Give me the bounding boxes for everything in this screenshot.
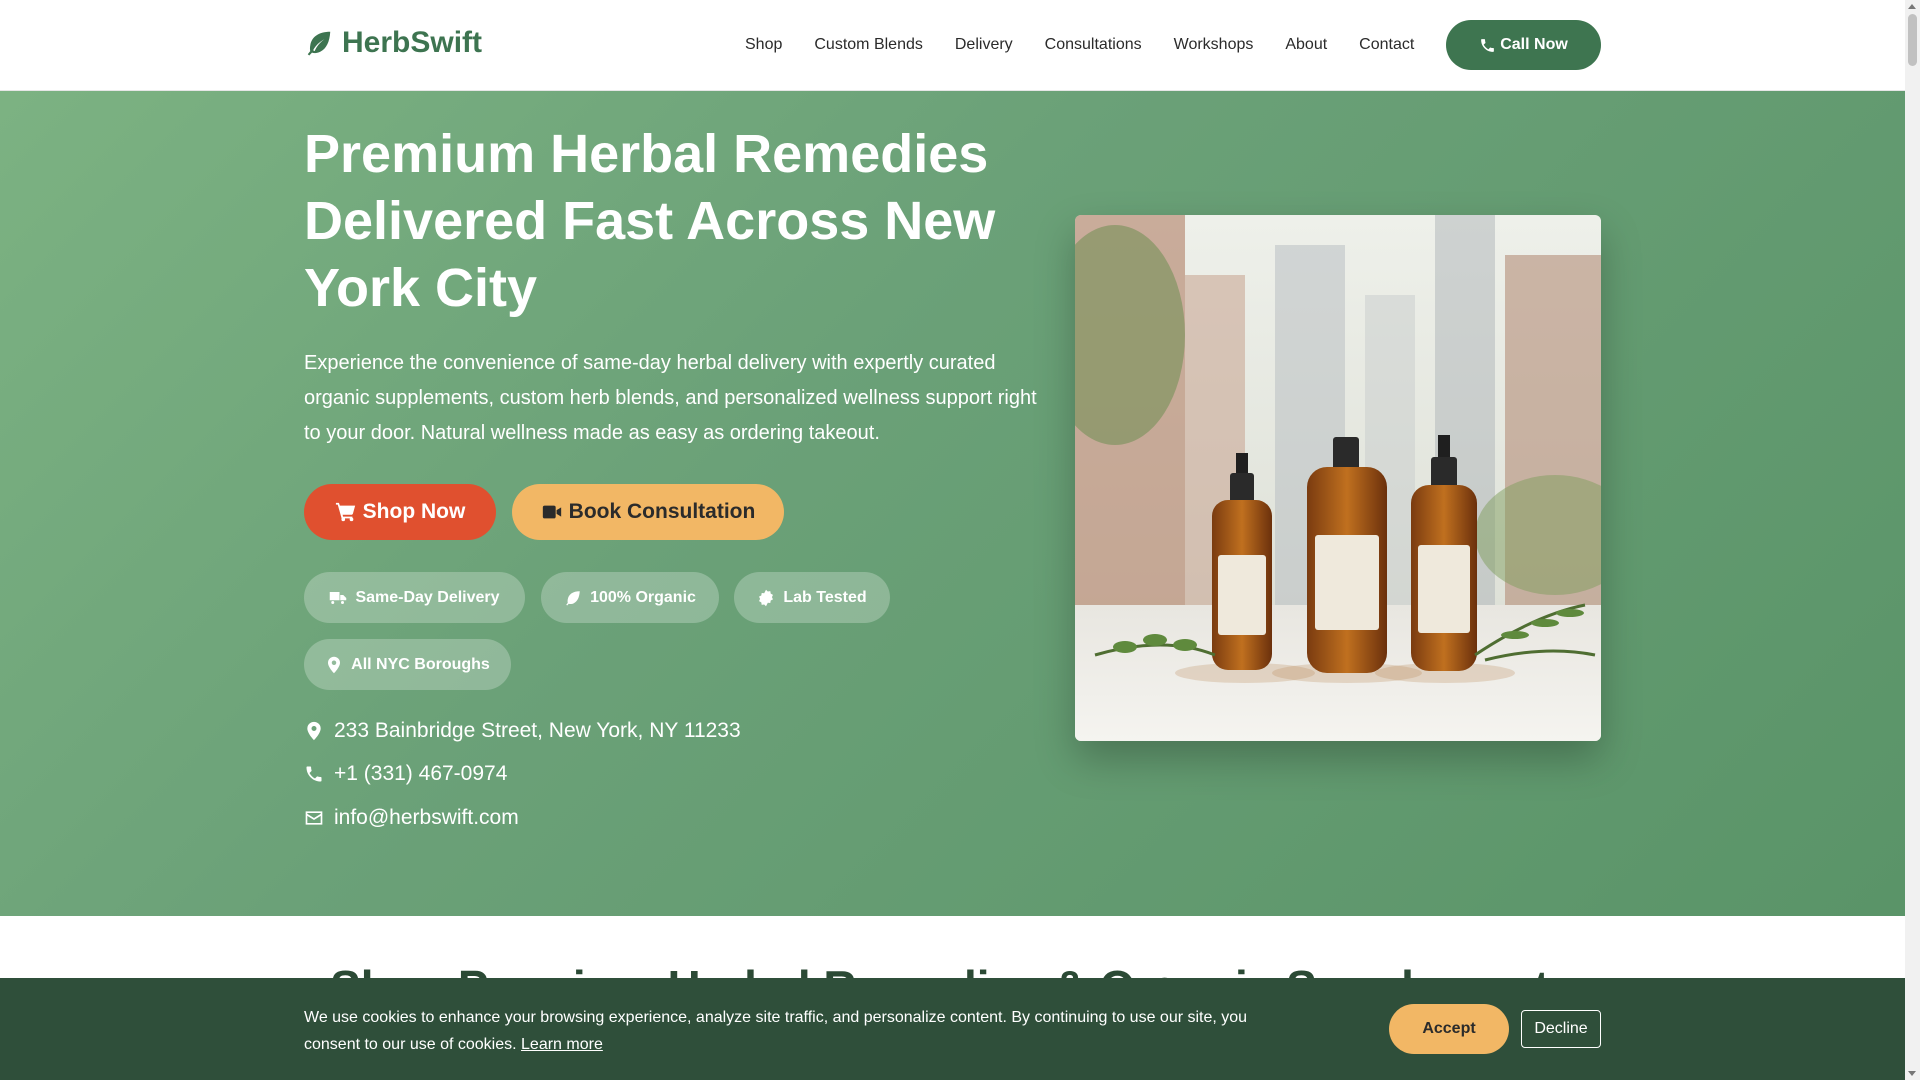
leaf-icon (307, 31, 331, 56)
phone-icon (1481, 38, 1495, 52)
nav-delivery[interactable]: Delivery (955, 36, 1013, 54)
nav-shop[interactable]: Shop (745, 36, 782, 54)
cookie-banner: We use cookies to enhance your browsing … (0, 978, 1905, 1080)
call-now-label: Call Now (1500, 36, 1568, 53)
badge-lab-tested: Lab Tested (734, 572, 890, 623)
badge-label: Lab Tested (783, 588, 867, 606)
book-consultation-button[interactable]: Book Consultation (512, 484, 784, 540)
badge-same-day-delivery: Same-Day Delivery (304, 572, 525, 623)
page-scrollbar[interactable] (1905, 0, 1920, 1080)
call-now-button[interactable]: Call Now (1446, 20, 1601, 70)
envelope-icon (305, 811, 323, 825)
hero-title: Premium Herbal Remedies Delivered Fast A… (304, 124, 996, 318)
cart-icon (335, 502, 355, 522)
truck-icon (330, 591, 347, 604)
badge-label: All NYC Boroughs (351, 655, 490, 673)
cookie-message: We use cookies to enhance your browsing … (304, 1009, 1248, 1053)
nav-about[interactable]: About (1285, 36, 1327, 54)
map-pin-icon (307, 721, 321, 741)
badge-label: Same-Day Delivery (355, 588, 500, 606)
address-text: 233 Bainbridge Street, New York, NY 1123… (334, 719, 741, 742)
video-icon (542, 505, 561, 519)
site-header: HerbSwift Shop Custom Blends Delivery Co… (0, 0, 1905, 91)
scroll-thumb[interactable] (1908, 14, 1917, 66)
decline-cookies-button[interactable]: Decline (1521, 1010, 1601, 1048)
nav-custom-blends[interactable]: Custom Blends (814, 36, 923, 54)
map-pin-icon (328, 656, 341, 673)
leaf-icon (566, 590, 580, 605)
phone-text: +1 (331) 467-0974 (334, 762, 508, 785)
shop-now-label: Shop Now (362, 500, 466, 523)
main-nav: Shop Custom Blends Delivery Consultation… (745, 36, 1446, 54)
hero-section: Premium Herbal Remedies Delivered Fast A… (0, 91, 1905, 916)
scroll-up-arrow[interactable] (1908, 4, 1916, 9)
nav-workshops[interactable]: Workshops (1174, 36, 1254, 54)
email-text: info@herbswift.com (334, 806, 519, 829)
hero-product-image (1075, 215, 1601, 741)
contact-email[interactable]: info@herbswift.com (304, 806, 519, 830)
brand-logo[interactable]: HerbSwift (304, 26, 482, 60)
badge-all-boroughs: All NYC Boroughs (304, 639, 511, 690)
badge-organic: 100% Organic (541, 572, 719, 623)
learn-more-link[interactable]: Learn more (521, 1036, 603, 1053)
phone-icon (306, 766, 322, 782)
badge-label: 100% Organic (590, 588, 696, 606)
cookie-text: We use cookies to enhance your browsing … (304, 1004, 1284, 1058)
accept-cookies-button[interactable]: Accept (1389, 1004, 1509, 1054)
shop-now-button[interactable]: Shop Now (304, 484, 496, 540)
scroll-down-arrow[interactable] (1908, 1071, 1916, 1076)
contact-phone[interactable]: +1 (331) 467-0974 (304, 762, 507, 786)
book-consultation-label: Book Consultation (568, 500, 756, 523)
hero-description: Experience the convenience of same-day h… (304, 352, 1037, 444)
brand-name: HerbSwift (342, 26, 483, 59)
nav-consultations[interactable]: Consultations (1045, 36, 1142, 54)
nav-contact[interactable]: Contact (1359, 36, 1414, 54)
certificate-icon (759, 589, 774, 606)
contact-address: 233 Bainbridge Street, New York, NY 1123… (304, 719, 741, 743)
